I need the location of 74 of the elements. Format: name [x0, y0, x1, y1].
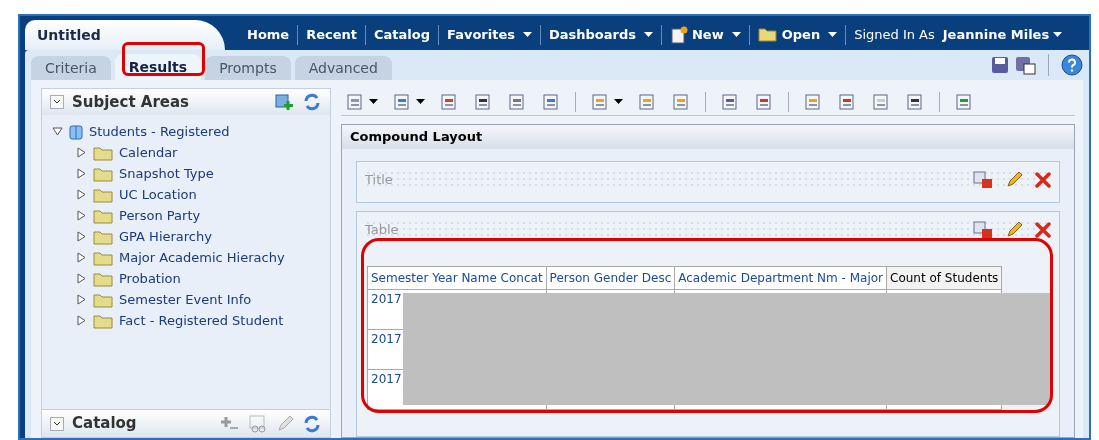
tree-item[interactable]: Major Academic Hierachy: [119, 247, 285, 268]
tree-item[interactable]: Snapshot Type: [119, 163, 214, 184]
caret-icon: [731, 32, 741, 38]
signed-in-label: Signed In As: [854, 26, 935, 45]
expand-arrow-icon[interactable]: [76, 294, 87, 305]
expand-arrow-icon[interactable]: [76, 231, 87, 242]
document-tab[interactable]: Untitled: [25, 20, 225, 50]
expand-arrow-icon[interactable]: [76, 273, 87, 284]
folder-icon: [757, 27, 778, 43]
section-title: Compound Layout: [350, 128, 483, 147]
tree-item[interactable]: Students - Registered: [89, 121, 230, 142]
caret-icon: [522, 32, 532, 38]
cube-icon: [67, 122, 85, 141]
column-header[interactable]: Semester Year Name Concat: [367, 266, 547, 289]
folder-icon: [93, 291, 113, 308]
close-icon[interactable]: [1035, 171, 1051, 188]
collapse-icon[interactable]: [50, 416, 64, 431]
view-title: Title: [365, 171, 393, 189]
collapse-icon[interactable]: [50, 95, 64, 109]
new-document-icon: [670, 26, 688, 44]
user-menu[interactable]: Jeannine Miles: [942, 25, 1063, 45]
tab[interactable]: Results: [114, 54, 202, 80]
tree-item[interactable]: UC Location: [119, 184, 197, 205]
expand-arrow-icon[interactable]: [76, 315, 87, 326]
nav-link[interactable]: Home: [239, 25, 298, 45]
panel-title: Catalog: [72, 413, 137, 435]
expand-arrow-icon[interactable]: [76, 168, 87, 179]
caret-icon: [416, 98, 425, 105]
column-header[interactable]: Academic Department Nm - Major: [674, 266, 887, 289]
expand-arrow-icon[interactable]: [76, 210, 87, 221]
nav-link[interactable]: New: [662, 25, 749, 45]
tab[interactable]: Criteria: [31, 56, 111, 80]
tab[interactable]: Advanced: [294, 56, 392, 80]
caret-icon: [1053, 32, 1063, 38]
column-header[interactable]: Person Gender Desc: [546, 266, 675, 289]
folder-icon: [93, 249, 113, 266]
folder-icon: [93, 228, 113, 245]
nav-link[interactable]: Catalog: [366, 25, 438, 45]
caret-icon: [369, 98, 378, 105]
tree-item[interactable]: Calendar: [119, 142, 178, 163]
nav-link[interactable]: Recent: [298, 25, 365, 45]
folder-icon: [93, 207, 113, 224]
pencil-icon[interactable]: [1005, 220, 1023, 239]
expand-arrow-icon[interactable]: [76, 189, 87, 200]
close-icon[interactable]: [1035, 221, 1051, 238]
tree-item[interactable]: Probation: [119, 268, 181, 289]
folder-icon: [93, 165, 113, 182]
tree-item[interactable]: Semester Event Info: [119, 289, 252, 310]
tree-item[interactable]: GPA Hierarchy: [119, 226, 212, 247]
view-title: Table: [365, 221, 399, 239]
glasses-icon[interactable]: [248, 414, 268, 433]
nav-link[interactable]: Open: [749, 25, 846, 45]
pencil-icon[interactable]: [1005, 170, 1023, 189]
folder-icon: [93, 270, 113, 287]
caret-icon: [644, 32, 653, 38]
expand-arrow-icon[interactable]: [76, 252, 87, 263]
folder-icon: [93, 144, 113, 161]
expand-arrow-icon[interactable]: [52, 126, 63, 137]
folder-icon: [93, 312, 113, 329]
help-icon[interactable]: [1061, 54, 1083, 76]
save-as-icon[interactable]: [1014, 55, 1036, 75]
caret-icon: [614, 98, 623, 105]
tree-item[interactable]: Person Party: [119, 205, 201, 226]
expand-arrow-icon[interactable]: [76, 147, 87, 158]
caret-icon: [828, 32, 838, 38]
nav-link[interactable]: Favorites: [439, 25, 540, 45]
tree-item[interactable]: Fact - Registered Student: [119, 310, 284, 331]
folder-icon: [93, 186, 113, 203]
add-icon[interactable]: [274, 92, 294, 112]
save-icon[interactable]: [990, 55, 1010, 75]
tab[interactable]: Prompts: [205, 56, 291, 80]
nav-link[interactable]: Dashboards: [540, 25, 661, 45]
panel-title: Subject Areas: [72, 91, 190, 113]
column-header[interactable]: Count of Students: [886, 266, 1002, 289]
